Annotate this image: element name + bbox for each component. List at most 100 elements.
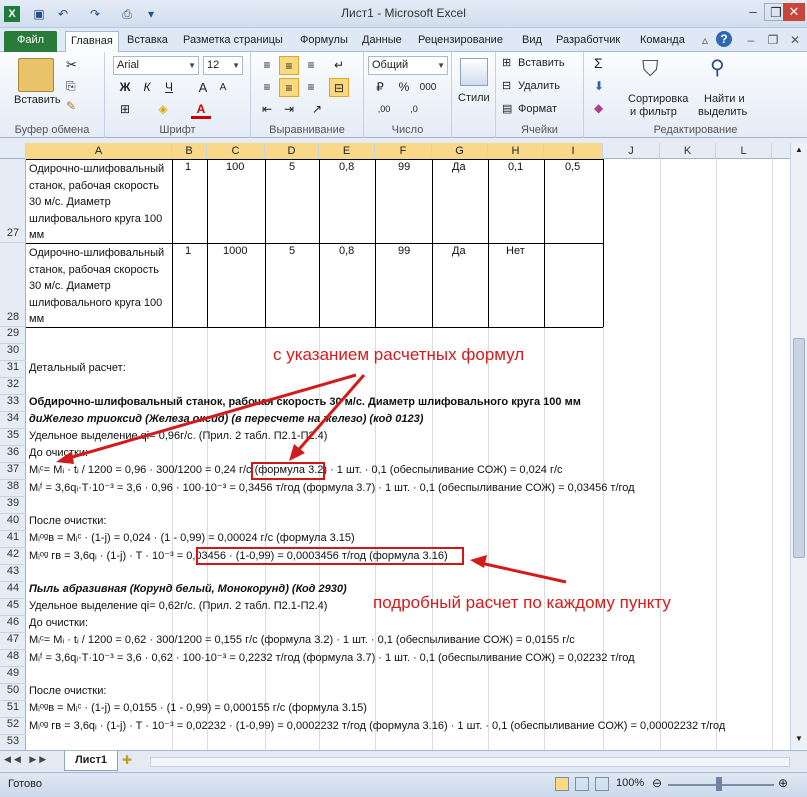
new-sheet-icon[interactable]: ✚ (122, 753, 132, 767)
bold-button[interactable]: Ж (115, 78, 135, 97)
row-header[interactable]: 33 (0, 395, 26, 412)
row-header[interactable]: 34 (0, 412, 26, 429)
row-header[interactable]: 37 (0, 463, 26, 480)
align-top-icon[interactable]: ≡ (257, 56, 277, 75)
align-center-icon[interactable]: ≡ (279, 78, 299, 97)
decrease-decimal-icon[interactable]: ,0 (404, 100, 424, 119)
row-header[interactable]: 39 (0, 497, 26, 514)
font-size-select[interactable]: 12 ▼ (203, 56, 243, 75)
increase-decimal-icon[interactable]: ,00 (374, 100, 394, 119)
worksheet-grid[interactable]: Одирочно-шлифовальный станок, рабочая ск… (26, 159, 790, 750)
row-header[interactable]: 41 (0, 531, 26, 548)
sort-filter-icon[interactable]: ⛉ (642, 58, 659, 80)
minimize-ribbon-icon[interactable]: ▵ (696, 31, 714, 49)
page-break-view-icon[interactable] (595, 777, 609, 791)
underline-button[interactable]: Ч (159, 78, 179, 97)
sheet-tab-1[interactable]: Лист1 (64, 751, 118, 771)
tab-insert[interactable]: Вставка (122, 31, 173, 52)
tab-team[interactable]: Команда (635, 31, 690, 52)
font-color-icon[interactable]: A (191, 100, 211, 119)
merge-center-icon[interactable]: ⊟ (329, 78, 349, 97)
sort-filter-label-2[interactable]: и фильтр (630, 106, 677, 118)
column-header-f[interactable]: F (375, 143, 432, 159)
align-bottom-icon[interactable]: ≡ (301, 56, 321, 75)
row-header[interactable]: 51 (0, 701, 26, 718)
column-header-g[interactable]: G (432, 143, 488, 159)
paste-label[interactable]: Вставить (14, 94, 61, 106)
align-left-icon[interactable]: ≡ (257, 78, 277, 97)
row-header[interactable]: 50 (0, 684, 26, 701)
vertical-scrollbar[interactable]: ▲ ▼ (790, 143, 807, 750)
column-header-l[interactable]: L (716, 143, 772, 159)
close-button[interactable]: ✕ (783, 3, 805, 21)
column-header-a[interactable]: A (26, 143, 172, 159)
row-header-27[interactable]: 27 (0, 159, 26, 243)
decrease-indent-icon[interactable]: ⇤ (257, 100, 277, 119)
tab-view[interactable]: Вид (517, 31, 547, 52)
tab-data[interactable]: Данные (357, 31, 407, 52)
thousands-icon[interactable]: 000 (418, 78, 438, 97)
zoom-slider-thumb[interactable] (716, 777, 722, 791)
tab-home[interactable]: Главная (65, 31, 119, 52)
row-header[interactable]: 45 (0, 599, 26, 616)
zoom-in-icon[interactable]: ⊕ (778, 776, 788, 790)
styles-label[interactable]: Стили (458, 92, 490, 104)
delete-cells-icon[interactable]: ⊟ (502, 81, 511, 92)
horizontal-scrollbar[interactable] (150, 757, 790, 767)
number-format-select[interactable]: Общий ▼ (368, 56, 448, 75)
column-header-d[interactable]: D (265, 143, 319, 159)
normal-view-icon[interactable] (555, 777, 569, 791)
row-header[interactable]: 43 (0, 565, 26, 582)
sheet-nav-icon[interactable]: ◀◀ ▶▶ (4, 754, 49, 765)
italic-button[interactable]: К (137, 78, 157, 97)
sort-filter-label-1[interactable]: Сортировка (628, 93, 688, 105)
zoom-out-icon[interactable]: ⊖ (652, 776, 662, 790)
column-header-h[interactable]: H (488, 143, 544, 159)
column-header-i[interactable]: I (544, 143, 603, 159)
increase-indent-icon[interactable]: ⇥ (279, 100, 299, 119)
workbook-minimize-icon[interactable]: – (742, 31, 760, 49)
row-header[interactable]: 31 (0, 361, 26, 378)
row-header[interactable]: 46 (0, 616, 26, 633)
column-header-c[interactable]: C (207, 143, 265, 159)
font-shrink-icon[interactable]: A (213, 78, 233, 97)
fill-color-icon[interactable]: ◈ (153, 100, 173, 119)
zoom-level[interactable]: 100% (616, 777, 644, 789)
tab-page-layout[interactable]: Разметка страницы (178, 31, 288, 52)
format-painter-icon[interactable]: ✎ (66, 100, 76, 112)
paste-icon[interactable] (18, 58, 54, 92)
column-header-b[interactable]: B (172, 143, 207, 159)
row-header[interactable]: 36 (0, 446, 26, 463)
fill-icon[interactable]: ⬇ (594, 80, 604, 92)
find-select-label-1[interactable]: Найти и (704, 93, 745, 105)
tab-formulas[interactable]: Формулы (295, 31, 353, 52)
font-name-select[interactable]: Arial ▼ (113, 56, 199, 75)
format-cells-label[interactable]: Формат (518, 103, 557, 115)
scroll-down-icon[interactable]: ▼ (793, 734, 805, 748)
minimize-button[interactable]: – (741, 3, 765, 21)
wrap-text-icon[interactable]: ↵ (329, 56, 349, 75)
row-header[interactable]: 29 (0, 327, 26, 344)
format-cells-icon[interactable]: ▤ (502, 104, 512, 115)
row-header[interactable]: 32 (0, 378, 26, 395)
column-header-e[interactable]: E (319, 143, 375, 159)
font-grow-icon[interactable]: A (193, 78, 213, 97)
tab-file[interactable]: Файл (4, 31, 58, 52)
tab-developer[interactable]: Разработчик (551, 31, 625, 52)
insert-cells-label[interactable]: Вставить (518, 57, 565, 69)
row-header[interactable]: 47 (0, 633, 26, 650)
row-header[interactable]: 30 (0, 344, 26, 361)
help-icon[interactable]: ? (716, 31, 732, 47)
row-header[interactable]: 49 (0, 667, 26, 684)
copy-icon[interactable]: ⎘ (66, 80, 76, 92)
row-header-28[interactable]: 28 (0, 243, 26, 327)
row-header[interactable]: 44 (0, 582, 26, 599)
borders-icon[interactable]: ⊞ (115, 100, 135, 119)
currency-icon[interactable]: ₽ (370, 78, 390, 97)
row-header[interactable]: 42 (0, 548, 26, 565)
workbook-close-icon[interactable]: ✕ (786, 31, 804, 49)
insert-cells-icon[interactable]: ⊞ (502, 58, 511, 69)
column-header-j[interactable]: J (603, 143, 660, 159)
percent-icon[interactable]: % (394, 78, 414, 97)
autosum-icon[interactable]: Σ (594, 56, 603, 70)
